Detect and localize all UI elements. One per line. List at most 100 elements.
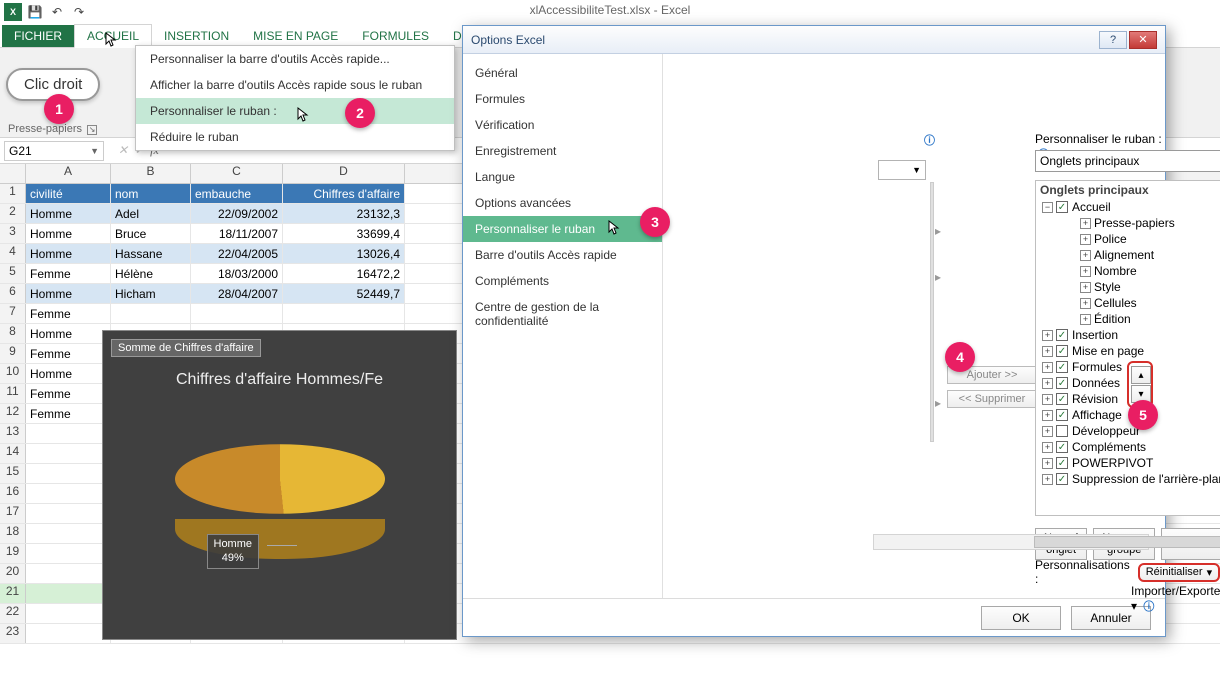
expand-icon[interactable]: +: [1042, 474, 1053, 485]
expand-icon[interactable]: +: [1080, 250, 1091, 261]
tree-node[interactable]: +Nombre: [1036, 263, 1220, 279]
cell[interactable]: Femme: [26, 264, 111, 283]
cat-general[interactable]: Général: [463, 60, 662, 86]
col-header[interactable]: C: [191, 164, 283, 183]
row-header[interactable]: 11: [0, 384, 26, 403]
row-header[interactable]: 16: [0, 484, 26, 503]
expand-icon[interactable]: +: [1042, 442, 1053, 453]
tree-node[interactable]: +✓Mise en page: [1036, 343, 1220, 359]
row-header[interactable]: 6: [0, 284, 26, 303]
cat-ruban[interactable]: Personnaliser le ruban: [463, 216, 662, 242]
checkbox[interactable]: ✓: [1056, 201, 1068, 213]
checkbox[interactable]: ✓: [1056, 473, 1068, 485]
cell[interactable]: Hicham: [111, 284, 191, 303]
checkbox[interactable]: ✓: [1056, 329, 1068, 341]
th-embauche[interactable]: embauche: [191, 184, 283, 203]
cell[interactable]: [26, 544, 111, 563]
help-button[interactable]: ?: [1099, 31, 1127, 49]
cell[interactable]: Homme: [26, 364, 111, 383]
cell[interactable]: [26, 584, 111, 603]
customize-scope-dropdown[interactable]: Onglets principaux ▼: [1035, 150, 1220, 172]
row-header[interactable]: 8: [0, 324, 26, 343]
cell[interactable]: [26, 624, 111, 643]
horizontal-scrollbar[interactable]: III: [873, 534, 1149, 550]
tree-node[interactable]: +Presse-papiers: [1036, 215, 1220, 231]
cell[interactable]: [26, 604, 111, 623]
tab-formulas[interactable]: FORMULES: [350, 25, 441, 47]
cat-avancees[interactable]: Options avancées: [463, 190, 662, 216]
cat-formules[interactable]: Formules: [463, 86, 662, 112]
scrollbar-thumb[interactable]: [1034, 536, 1220, 548]
cell[interactable]: 18/11/2007: [191, 224, 283, 243]
cell[interactable]: [26, 484, 111, 503]
row-header[interactable]: 17: [0, 504, 26, 523]
tree-node[interactable]: +Édition: [1036, 311, 1220, 327]
tree-node[interactable]: +Police: [1036, 231, 1220, 247]
tree-node[interactable]: +Style: [1036, 279, 1220, 295]
dialog-titlebar[interactable]: Options Excel ? ✕: [463, 26, 1165, 54]
checkbox[interactable]: ✓: [1056, 377, 1068, 389]
row-header[interactable]: 21: [0, 584, 26, 603]
cell[interactable]: [26, 524, 111, 543]
row-header[interactable]: 4: [0, 244, 26, 263]
cat-langue[interactable]: Langue: [463, 164, 662, 190]
cell[interactable]: 52449,7: [283, 284, 405, 303]
expand-icon[interactable]: +: [1080, 282, 1091, 293]
row-header[interactable]: 9: [0, 344, 26, 363]
expand-icon[interactable]: +: [1042, 346, 1053, 357]
ctx-show-qat-below[interactable]: Afficher la barre d'outils Accès rapide …: [136, 72, 454, 98]
reset-button[interactable]: Réinitialiser ▾: [1138, 563, 1220, 582]
name-box[interactable]: G21 ▼: [4, 141, 104, 161]
expand-icon[interactable]: +: [1080, 218, 1091, 229]
tree-node[interactable]: +Cellules: [1036, 295, 1220, 311]
info-icon[interactable]: ⓘ: [1143, 601, 1154, 613]
cat-confidentialite[interactable]: Centre de gestion de la confidentialité: [463, 294, 662, 334]
undo-icon[interactable]: ↶: [48, 3, 66, 21]
ribbon-tabs-tree[interactable]: Onglets principaux −✓Accueil+Presse-papi…: [1035, 180, 1220, 516]
row-header[interactable]: 2: [0, 204, 26, 223]
cell[interactable]: Homme: [26, 324, 111, 343]
cell[interactable]: Homme: [26, 244, 111, 263]
row-header[interactable]: 5: [0, 264, 26, 283]
cat-qat[interactable]: Barre d'outils Accès rapide: [463, 242, 662, 268]
cell[interactable]: [26, 464, 111, 483]
checkbox[interactable]: ✓: [1056, 361, 1068, 373]
row-header[interactable]: 20: [0, 564, 26, 583]
ctx-customize-qat[interactable]: Personnaliser la barre d'outils Accès ra…: [136, 46, 454, 72]
expand-icon[interactable]: +: [1042, 330, 1053, 341]
tree-node[interactable]: −✓Accueil: [1036, 199, 1220, 215]
ctx-collapse-ribbon[interactable]: Réduire le ruban: [136, 124, 454, 150]
th-nom[interactable]: nom: [111, 184, 191, 203]
col-header[interactable]: B: [111, 164, 191, 183]
left-list-scrollbar[interactable]: [930, 182, 934, 442]
expand-icon[interactable]: +: [1042, 458, 1053, 469]
cell[interactable]: [283, 304, 405, 323]
tree-node[interactable]: +✓Suppression de l'arrière-plan: [1036, 471, 1220, 487]
pie-chart[interactable]: Somme de Chiffres d'affaire Chiffres d'a…: [102, 330, 457, 640]
row-header[interactable]: 15: [0, 464, 26, 483]
ok-button[interactable]: OK: [981, 606, 1061, 630]
checkbox[interactable]: ✓: [1056, 393, 1068, 405]
th-civilite[interactable]: civilité: [26, 184, 111, 203]
cell[interactable]: 13026,4: [283, 244, 405, 263]
name-box-dropdown-icon[interactable]: ▼: [90, 146, 99, 156]
cell[interactable]: Femme: [26, 304, 111, 323]
cell[interactable]: Hassane: [111, 244, 191, 263]
checkbox[interactable]: ✓: [1056, 441, 1068, 453]
row-header[interactable]: 3: [0, 224, 26, 243]
cell[interactable]: 22/09/2002: [191, 204, 283, 223]
expand-icon[interactable]: +: [1042, 426, 1053, 437]
cancel-formula-icon[interactable]: ✕: [118, 143, 128, 158]
info-icon[interactable]: ⓘ: [924, 132, 935, 148]
checkbox[interactable]: ✓: [1056, 345, 1068, 357]
cell[interactable]: Femme: [26, 344, 111, 363]
row-header[interactable]: 12: [0, 404, 26, 423]
cell[interactable]: 23132,3: [283, 204, 405, 223]
cell[interactable]: Bruce: [111, 224, 191, 243]
expand-icon[interactable]: +: [1080, 314, 1091, 325]
tab-file[interactable]: FICHIER: [2, 25, 74, 47]
left-commands-dropdown[interactable]: ▼: [878, 160, 926, 180]
cell[interactable]: [26, 444, 111, 463]
cat-verification[interactable]: Vérification: [463, 112, 662, 138]
cell[interactable]: [191, 304, 283, 323]
